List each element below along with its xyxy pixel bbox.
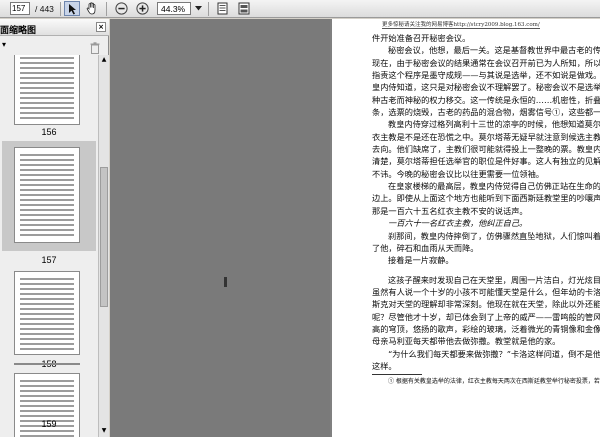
page-header: 更多惊秘请关注我的网易博客http://stcry2009.blog.163.c… bbox=[382, 22, 540, 29]
fit-page-icon[interactable] bbox=[214, 1, 230, 16]
text-line: 指责这个程序是墨守成规——与其说是选举，还不如说是做戏。然 bbox=[372, 70, 600, 81]
sidebar-scroll-thumb[interactable] bbox=[100, 167, 108, 307]
text-line: 这孩子醒来时发现自己在天堂里，周围一片洁白，灯光炫目而纯 bbox=[388, 274, 600, 285]
toolbar-separator bbox=[60, 2, 61, 16]
page-thumbnail[interactable] bbox=[14, 55, 80, 125]
text-line: “为什么我们每天都要来做弥撒？”卡洛这样问道，倒不是他不 bbox=[388, 348, 600, 359]
text-line: 母亲马利亚每天都带他去做弥撒。教堂就是他的家。 bbox=[372, 336, 561, 347]
page-thumbnail[interactable] bbox=[14, 271, 80, 355]
thumbnail-label: 156 bbox=[41, 127, 57, 137]
footnote-rule bbox=[372, 374, 422, 376]
text-line: 这样。 bbox=[372, 360, 397, 371]
text-line: 不讳。今晚的秘密会议比以往更需要一位领袖。 bbox=[372, 168, 544, 179]
text-line: 边上。即使从上面这个地方也能听到下面西斯廷教堂里的吵嚷声 bbox=[372, 193, 600, 204]
fit-width-icon[interactable] bbox=[236, 1, 252, 16]
text-line: 清楚，莫尔塔蒂担任选举官的职位是件好事。这人有独立的见解，能 bbox=[372, 156, 600, 167]
thumbnail-label: 157 bbox=[41, 255, 57, 265]
text-line: 呢？尽管他才十岁，却已体会到了上帝的威严——雷鸣般的管风琴声 bbox=[372, 311, 600, 322]
pages-sidebar: 面缩略图 × ▾ 156 157 159 ▲ ▼ bbox=[0, 19, 109, 437]
text-line: 在皇家楼梯的最高层，教皇内侍觉得自己仿佛正站在生命的 bbox=[388, 181, 600, 192]
close-icon[interactable]: × bbox=[96, 22, 106, 32]
text-line: 衣主教是不是还在恐慌之中。莫尔塔蒂无疑早就注意到候选主教已 bbox=[372, 131, 600, 142]
sidebar-scrollbar[interactable]: ▲ ▼ bbox=[98, 55, 109, 437]
text-line: 接着是一片寂静。 bbox=[388, 255, 454, 266]
page-thumbnail-selected[interactable] bbox=[14, 147, 80, 243]
toolbar: / 443 bbox=[0, 0, 600, 18]
toolbar-separator bbox=[106, 2, 107, 16]
footnote: ① 根据有关教皇选举的法律，红衣主教每天两次在西斯廷教堂举行秘密投票，若 bbox=[388, 378, 600, 386]
text-line: 件开始准备召开秘密会议。 bbox=[372, 33, 471, 43]
trash-icon[interactable] bbox=[90, 39, 100, 54]
page-number-input[interactable] bbox=[10, 2, 30, 15]
zoom-in-icon[interactable] bbox=[134, 1, 150, 16]
sidebar-title: 面缩略图 bbox=[0, 26, 37, 36]
dropdown-icon[interactable] bbox=[193, 1, 203, 16]
scroll-down-icon[interactable]: ▼ bbox=[100, 427, 108, 435]
zoom-out-icon[interactable] bbox=[113, 1, 129, 16]
text-line: 虽然有人说一个十岁的小孩不可能懂天堂是什么，但年幼的卡洛 bbox=[372, 286, 600, 297]
options-dropdown-button[interactable]: ▾ bbox=[2, 40, 6, 49]
text-line: 种古老而神秘的权力移交。这一传统是永恒的……机密性，折叠的 bbox=[372, 94, 600, 105]
text-line: 高的穹顶，悠扬的歌声，彩绘的玻璃，泛着微光的青铜像和金像。卡 bbox=[372, 323, 600, 334]
page-body: 件开始准备召开秘密会议。秘密会议，他想，最后一关。这是基督教世界中最古老的传统现… bbox=[372, 32, 600, 386]
previous-page-area bbox=[110, 19, 330, 437]
text-line: 教皇内侍穿过格列高利十三世的凉亭的时候，他想知道莫尔塔 bbox=[388, 119, 600, 130]
text-line: 了他，碎石和血雨从天而降。 bbox=[372, 242, 479, 253]
hand-icon[interactable] bbox=[84, 1, 100, 16]
splitter-handle[interactable] bbox=[224, 277, 227, 287]
scroll-up-icon[interactable]: ▲ bbox=[100, 56, 108, 64]
sidebar-tools: ▾ bbox=[0, 37, 109, 55]
page-total-label: / 443 bbox=[35, 4, 54, 14]
document-page: 更多惊秘请关注我的网易博客http://stcry2009.blog.163.c… bbox=[332, 19, 600, 437]
thumbnail-label: 159 bbox=[41, 419, 57, 429]
toolbar-separator bbox=[208, 2, 209, 16]
text-line: 一百六十一名红衣主教，他纠正自己。 bbox=[388, 218, 528, 229]
text-line: 去向。他们缺席了，主教们很可能就得投上一整晚的票。教皇内侍 bbox=[372, 144, 600, 155]
page-thumbnail-spacer bbox=[14, 363, 80, 365]
text-line: 现在，由于秘密会议的结果通常在会议召开前已为人所知，所以人们 bbox=[372, 57, 600, 68]
text-line: 条，选票的烧毁，古老的药品的混合物，烟雾信号①，这些都一应俱全。 bbox=[372, 107, 600, 118]
text-line: 皇内侍知道，这只是对秘密会议不理解罢了。秘密会议不是选举，它 bbox=[372, 82, 600, 93]
document-viewer[interactable]: 142 更多惊秘请关注我的网易博客http://stcry2009.blog.1… bbox=[110, 19, 600, 437]
zoom-level-input[interactable] bbox=[157, 2, 191, 15]
sidebar-header: 面缩略图 × bbox=[0, 19, 109, 36]
select-arrow-icon[interactable] bbox=[64, 1, 80, 16]
text-line: 那是一百六十五名红衣主教不安的说话声。 bbox=[372, 205, 528, 216]
thumbnail-list: 156 157 158 bbox=[0, 55, 98, 437]
text-line: 秘密会议，他想，最后一关。这是基督教世界中最古老的传统 bbox=[388, 45, 600, 56]
text-line: 斯克对天堂的理解却非常深刻。他现在就在天堂，除此以外还能在 bbox=[372, 299, 600, 310]
text-line: 刹那间，教皇内侍摔倒了，仿佛骤然直坠地狱，人们惊叫着，火焰 bbox=[388, 230, 600, 241]
